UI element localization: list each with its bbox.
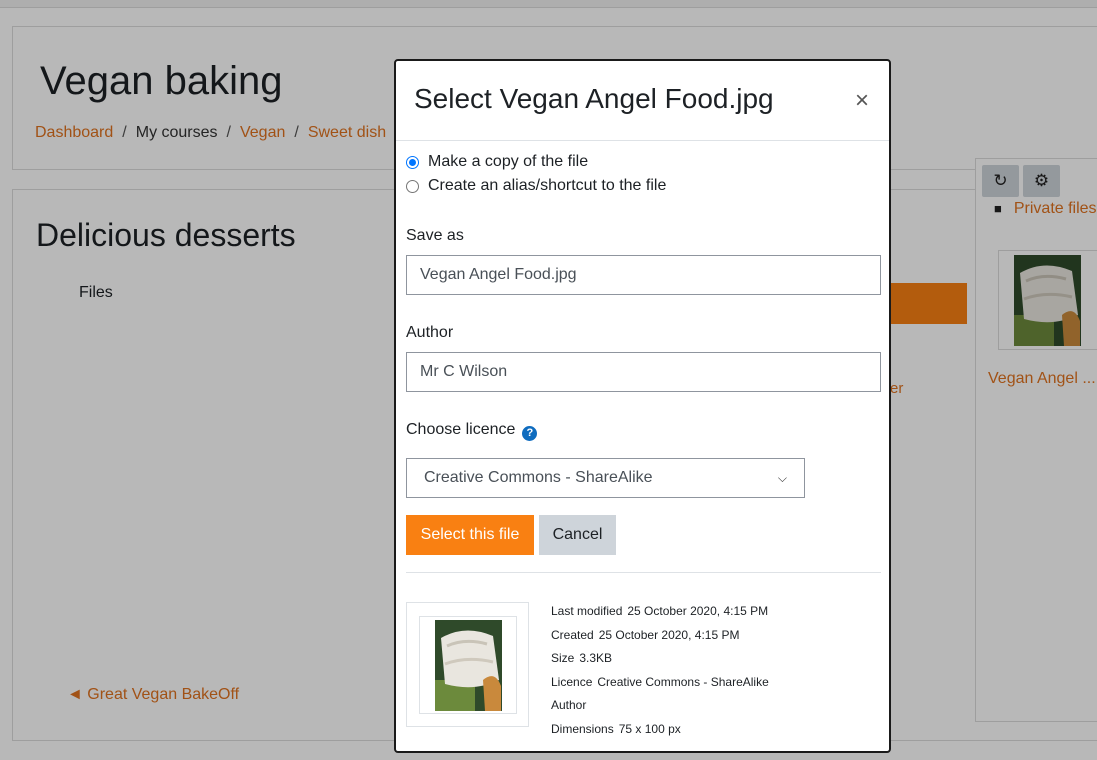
meta-value: 3.3KB: [579, 651, 613, 665]
file-preview-frame: [419, 616, 517, 714]
meta-dimensions: Dimensions 75 x 100 px: [551, 722, 681, 736]
cancel-button[interactable]: Cancel: [539, 515, 616, 555]
meta-licence: Licence Creative Commons - ShareAlike: [551, 675, 769, 689]
meta-key: Last modified: [551, 604, 623, 618]
meta-created: Created 25 October 2020, 4:15 PM: [551, 628, 739, 642]
author-label: Author: [406, 324, 454, 341]
divider: [406, 572, 881, 573]
licence-selected-value: Creative Commons - ShareAlike: [424, 469, 653, 486]
meta-author: Author: [551, 698, 591, 712]
help-icon[interactable]: ?: [522, 426, 538, 441]
licence-select[interactable]: Creative Commons - ShareAlike ⌵: [406, 458, 805, 498]
dialog-header: Select Vegan Angel Food.jpg ×: [396, 61, 889, 141]
licence-label: Choose licence?: [406, 421, 538, 441]
radio-create-alias[interactable]: Create an alias/shortcut to the file: [406, 177, 666, 195]
select-file-dialog: Select Vegan Angel Food.jpg × Make a cop…: [394, 59, 891, 753]
radio-create-alias-label: Create an alias/shortcut to the file: [428, 177, 667, 194]
meta-key: Size: [551, 651, 575, 665]
close-icon[interactable]: ×: [855, 89, 869, 113]
meta-value: 25 October 2020, 4:15 PM: [598, 628, 740, 642]
meta-key: Dimensions: [551, 722, 614, 736]
radio-make-copy[interactable]: Make a copy of the file: [406, 153, 588, 171]
meta-value: Creative Commons - ShareAlike: [597, 675, 769, 689]
dialog-title: Select Vegan Angel Food.jpg: [414, 83, 774, 114]
meta-key: Author: [551, 698, 587, 712]
radio-make-copy-label: Make a copy of the file: [428, 153, 589, 170]
licence-label-text: Choose licence: [406, 421, 516, 438]
food-photo-icon: [434, 619, 502, 711]
save-as-label: Save as: [406, 227, 464, 244]
meta-value: 75 x 100 px: [618, 722, 681, 736]
chevron-down-icon: ⌵: [777, 470, 787, 485]
save-as-input[interactable]: [406, 255, 881, 295]
radio-button[interactable]: [406, 179, 419, 193]
meta-key: Licence: [551, 675, 593, 689]
meta-key: Created: [551, 628, 594, 642]
meta-value: 25 October 2020, 4:15 PM: [627, 604, 769, 618]
radio-button-checked[interactable]: [406, 155, 419, 169]
author-input[interactable]: [406, 352, 881, 392]
select-this-file-button[interactable]: Select this file: [406, 515, 534, 555]
meta-size: Size 3.3KB: [551, 651, 612, 665]
meta-last-modified: Last modified 25 October 2020, 4:15 PM: [551, 604, 768, 618]
file-preview: [406, 602, 529, 727]
